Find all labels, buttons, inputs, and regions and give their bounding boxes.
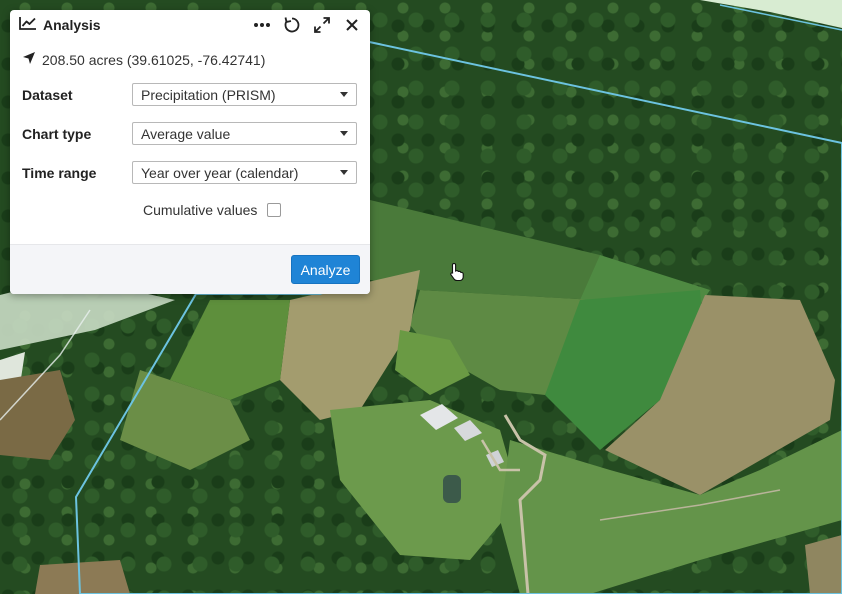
time-range-row: Time range Year over year (calendar) bbox=[22, 161, 357, 184]
chart-type-label: Chart type bbox=[22, 125, 92, 142]
map-tile-area bbox=[700, 0, 842, 28]
dataset-value: Precipitation (PRISM) bbox=[141, 86, 276, 103]
dataset-row: Dataset Precipitation (PRISM) bbox=[22, 83, 357, 106]
bare-soil-field bbox=[0, 370, 75, 460]
panel-title: Analysis bbox=[43, 17, 101, 33]
chart-type-row: Chart type Average value bbox=[22, 122, 357, 145]
close-button[interactable] bbox=[342, 15, 362, 35]
crop-field bbox=[170, 300, 290, 400]
expand-icon bbox=[314, 17, 330, 33]
area-summary: 208.50 acres (39.61025, -76.42741) bbox=[22, 51, 265, 68]
chart-type-select[interactable]: Average value bbox=[132, 122, 357, 145]
pasture-field bbox=[330, 400, 520, 560]
caret-down-icon bbox=[340, 170, 348, 175]
analysis-panel: Analysis 208.50 acres (39.61025, -76.427… bbox=[10, 10, 370, 294]
hand-cursor-icon bbox=[450, 262, 464, 282]
caret-down-icon bbox=[340, 92, 348, 97]
dataset-select[interactable]: Precipitation (PRISM) bbox=[132, 83, 357, 106]
bare-soil-field bbox=[35, 560, 130, 594]
time-range-select[interactable]: Year over year (calendar) bbox=[132, 161, 357, 184]
header-actions bbox=[252, 15, 362, 35]
bare-soil-field bbox=[805, 535, 842, 594]
time-range-label: Time range bbox=[22, 164, 97, 181]
more-button[interactable] bbox=[252, 15, 272, 35]
time-range-value: Year over year (calendar) bbox=[141, 164, 299, 181]
refresh-icon bbox=[284, 17, 300, 33]
reset-button[interactable] bbox=[282, 15, 302, 35]
analyze-button[interactable]: Analyze bbox=[291, 255, 360, 284]
line-chart-icon bbox=[19, 16, 37, 35]
close-icon bbox=[346, 19, 358, 31]
area-text: 208.50 acres (39.61025, -76.42741) bbox=[42, 51, 266, 68]
caret-down-icon bbox=[340, 131, 348, 136]
dataset-label: Dataset bbox=[22, 86, 73, 103]
cumulative-label: Cumulative values bbox=[143, 202, 258, 218]
cumulative-checkbox[interactable] bbox=[267, 203, 282, 217]
chart-type-value: Average value bbox=[141, 125, 231, 142]
cumulative-row: Cumulative values bbox=[143, 202, 282, 218]
pond bbox=[443, 475, 461, 503]
more-dots-icon bbox=[254, 23, 270, 27]
panel-header: Analysis bbox=[10, 10, 370, 40]
navigation-arrow-icon bbox=[22, 51, 36, 68]
expand-button[interactable] bbox=[312, 15, 332, 35]
panel-footer: Analyze bbox=[10, 244, 370, 294]
